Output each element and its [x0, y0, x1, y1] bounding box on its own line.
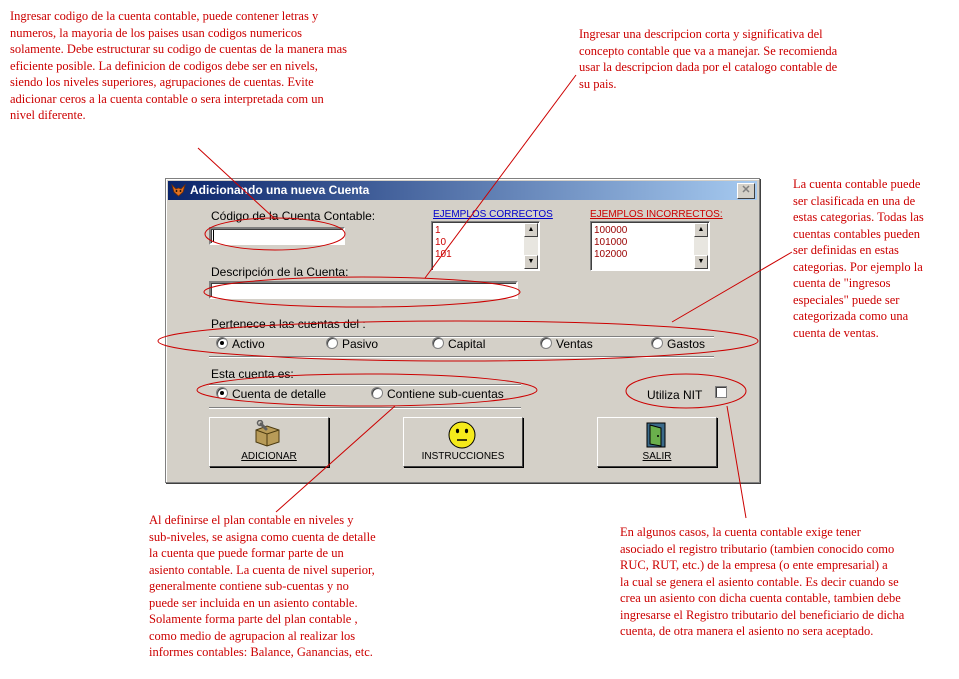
- scrollbar[interactable]: ▲ ▼: [524, 223, 538, 269]
- arrow-up-icon: ▲: [527, 226, 535, 233]
- descripcion-label: Descripción de la Cuenta:: [211, 265, 349, 279]
- radio-ventas[interactable]: Ventas: [540, 337, 593, 351]
- smiley-icon: [448, 421, 476, 449]
- add-account-dialog: Adicionando una nueva Cuenta ✕ Código de…: [165, 178, 760, 483]
- divider: [209, 356, 714, 357]
- nit-label: Utiliza NIT: [647, 388, 703, 402]
- salir-button[interactable]: SALIR: [597, 417, 717, 467]
- radio-label: Cuenta de detalle: [232, 387, 327, 401]
- list-item[interactable]: 100000: [594, 225, 627, 236]
- instrucciones-label: INSTRUCCIONES: [421, 451, 505, 462]
- note-descripcion: Ingresar una descripcion corta y signifi…: [579, 27, 838, 91]
- list-item[interactable]: 10: [435, 237, 446, 248]
- codigo-label: Código de la Cuenta Contable:: [211, 209, 376, 223]
- list-item[interactable]: 101: [435, 249, 452, 260]
- nit-checkbox[interactable]: [715, 386, 727, 398]
- radio-pasivo[interactable]: Pasivo: [326, 337, 378, 351]
- text-caret: [213, 230, 214, 242]
- ejemplos-incorrectos-list[interactable]: 100000 101000 102000 ▲ ▼: [590, 221, 710, 271]
- radio-dot: [432, 337, 444, 349]
- radio-dot: [216, 387, 228, 399]
- pertenece-label: Pertenece a las cuentas del :: [211, 317, 366, 331]
- scroll-down-button[interactable]: ▼: [694, 255, 708, 269]
- radio-activo[interactable]: Activo: [216, 337, 265, 351]
- radio-dot: [540, 337, 552, 349]
- scrollbar[interactable]: ▲ ▼: [694, 223, 708, 269]
- list-item[interactable]: 1: [435, 225, 441, 236]
- codigo-input[interactable]: [209, 227, 345, 245]
- instrucciones-button[interactable]: INSTRUCCIONES: [403, 417, 523, 467]
- exit-door-icon: [646, 422, 666, 448]
- dialog-titlebar[interactable]: Adicionando una nueva Cuenta ✕: [168, 181, 757, 200]
- radio-label: Contiene sub-cuentas: [387, 387, 504, 401]
- arrow-down-icon: ▼: [697, 258, 705, 265]
- radio-dot: [326, 337, 338, 349]
- radio-label: Activo: [232, 337, 265, 351]
- salir-label: SALIR: [642, 451, 672, 462]
- note-niveles: Al definirse el plan contable en niveles…: [149, 513, 376, 659]
- radio-dot: [216, 337, 228, 349]
- dialog-title: Adicionando una nueva Cuenta: [190, 183, 370, 197]
- divider: [209, 407, 521, 408]
- tipo-label: Esta cuenta es:: [211, 367, 294, 381]
- close-button[interactable]: ✕: [737, 183, 755, 199]
- radio-label: Pasivo: [342, 337, 379, 351]
- scroll-up-button[interactable]: ▲: [694, 223, 708, 237]
- note-categorias: La cuenta contable puede ser clasificada…: [793, 177, 924, 340]
- radio-label: Capital: [448, 337, 486, 351]
- divider: [209, 384, 521, 385]
- arrow-down-icon: ▼: [527, 258, 535, 265]
- close-icon: ✕: [741, 184, 751, 196]
- radio-cuenta-detalle[interactable]: Cuenta de detalle: [216, 387, 326, 401]
- arrow-up-icon: ▲: [697, 226, 705, 233]
- adicionar-button[interactable]: ADICIONAR: [209, 417, 329, 467]
- radio-contiene-subcuentas[interactable]: Contiene sub-cuentas: [371, 387, 504, 401]
- radio-label: Gastos: [667, 337, 706, 351]
- descripcion-input[interactable]: [209, 281, 518, 299]
- radio-capital[interactable]: Capital: [432, 337, 485, 351]
- radio-dot: [651, 337, 663, 349]
- ejemplos-correctos-list[interactable]: 1 10 101 ▲ ▼: [431, 221, 540, 271]
- radio-label: Ventas: [556, 337, 593, 351]
- ejemplos-correctos-header: EJEMPLOS CORRECTOS: [433, 209, 553, 220]
- note-nit: En algunos casos, la cuenta contable exi…: [620, 525, 905, 638]
- radio-dot: [371, 387, 383, 399]
- radio-gastos[interactable]: Gastos: [651, 337, 705, 351]
- scroll-up-button[interactable]: ▲: [524, 223, 538, 237]
- app-fox-icon: [171, 183, 186, 197]
- ejemplos-incorrectos-header: EJEMPLOS INCORRECTOS:: [590, 209, 723, 220]
- adicionar-label: ADICIONAR: [241, 451, 297, 462]
- list-item[interactable]: 101000: [594, 237, 627, 248]
- box-wrench-icon: [255, 420, 280, 447]
- list-item[interactable]: 102000: [594, 249, 627, 260]
- scroll-down-button[interactable]: ▼: [524, 255, 538, 269]
- note-codigo: Ingresar codigo de la cuenta contable, p…: [10, 9, 348, 122]
